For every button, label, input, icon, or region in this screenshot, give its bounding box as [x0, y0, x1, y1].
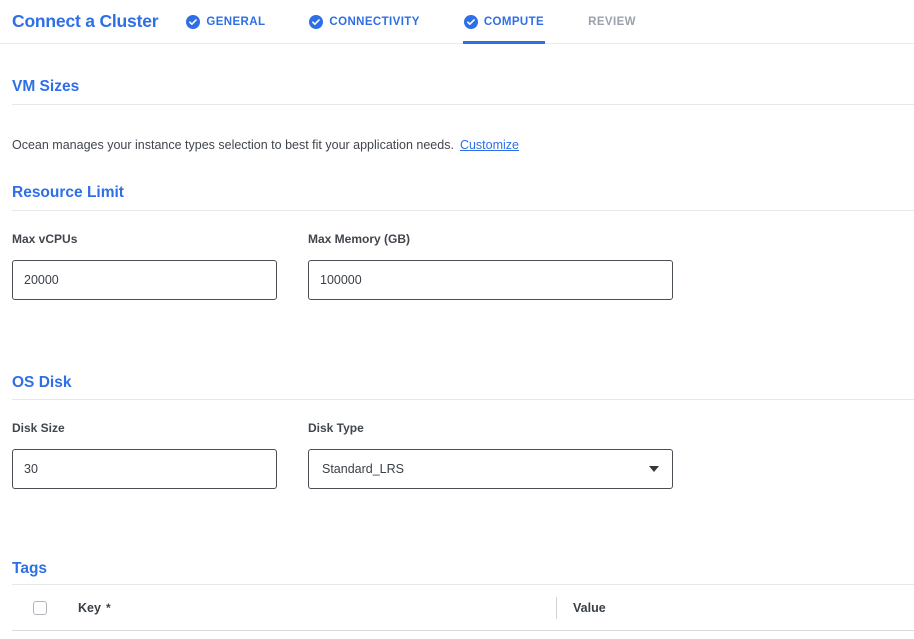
tab-compute[interactable]: COMPUTE [463, 0, 545, 43]
os-disk-labels: Disk Size Disk Type [12, 421, 914, 436]
vm-sizes-heading: VM Sizes [12, 77, 914, 97]
vm-sizes-description: Ocean manages your instance types select… [12, 138, 454, 152]
tab-general-label: GENERAL [206, 16, 265, 28]
chevron-down-icon [649, 466, 659, 472]
os-disk-heading: OS Disk [12, 373, 914, 393]
section-divider [12, 104, 914, 105]
tab-general[interactable]: GENERAL [185, 0, 266, 43]
os-disk-inputs: Standard_LRS [12, 449, 914, 489]
vm-sizes-description-row: Ocean manages your instance types select… [12, 138, 914, 152]
wizard-steps: GENERAL CONNECTIVITY COMPUTE REVIEW [185, 0, 679, 43]
compute-step-content: VM Sizes Ocean manages your instance typ… [0, 77, 914, 631]
column-divider [556, 597, 557, 619]
tags-table-header: Key * Value [12, 585, 914, 631]
max-vcpus-input[interactable] [12, 260, 277, 300]
wizard-header: Connect a Cluster GENERAL CONNECTIVITY C… [0, 0, 914, 44]
page-title: Connect a Cluster [12, 11, 158, 32]
required-marker: * [106, 601, 111, 615]
check-circle-icon [464, 15, 478, 29]
max-memory-input[interactable] [308, 260, 673, 300]
select-all-checkbox[interactable] [33, 601, 47, 615]
tab-review-label: REVIEW [588, 16, 636, 28]
tab-connectivity[interactable]: CONNECTIVITY [308, 0, 420, 43]
section-divider [12, 399, 914, 400]
section-divider [12, 210, 914, 211]
tab-connectivity-label: CONNECTIVITY [329, 16, 419, 28]
disk-type-label: Disk Type [308, 421, 673, 436]
check-circle-icon [186, 15, 200, 29]
tags-heading: Tags [12, 559, 914, 579]
key-column-header-group: Key * [78, 601, 556, 615]
customize-link[interactable]: Customize [460, 138, 519, 152]
check-circle-icon [309, 15, 323, 29]
max-memory-label: Max Memory (GB) [308, 232, 673, 247]
key-column-header: Key [78, 601, 101, 615]
max-vcpus-label: Max vCPUs [12, 232, 277, 247]
disk-type-select[interactable]: Standard_LRS [308, 449, 673, 489]
resource-limit-inputs [12, 260, 914, 300]
resource-limit-labels: Max vCPUs Max Memory (GB) [12, 232, 914, 247]
resource-limit-heading: Resource Limit [12, 183, 914, 203]
value-column-header: Value [573, 601, 606, 615]
tab-review[interactable]: REVIEW [587, 0, 637, 43]
tab-compute-label: COMPUTE [484, 16, 544, 28]
disk-size-label: Disk Size [12, 421, 277, 436]
disk-size-input[interactable] [12, 449, 277, 489]
disk-type-selected-value: Standard_LRS [322, 462, 404, 476]
